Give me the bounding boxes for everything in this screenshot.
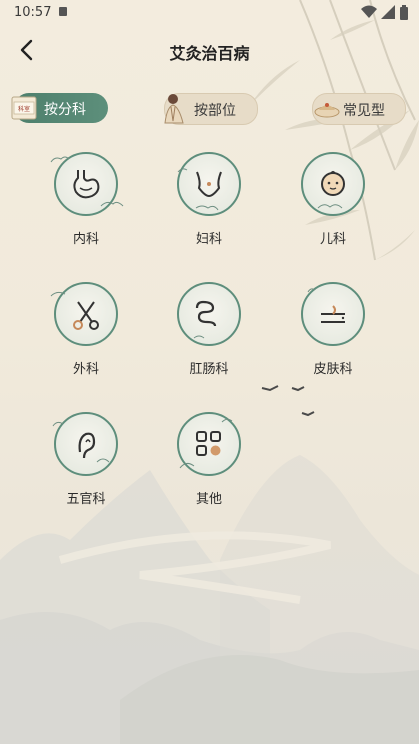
tab-by-body-part[interactable]: 按部位: [164, 93, 258, 125]
category-pediatrics[interactable]: 儿科: [288, 152, 378, 252]
moxa-tray-icon: [314, 103, 340, 118]
category-circle: [301, 282, 365, 346]
status-icons: [361, 4, 409, 20]
category-label: 外科: [72, 362, 99, 377]
category-circle: [301, 152, 365, 216]
department-badge-icon: 科室: [11, 96, 37, 120]
tab-common-types[interactable]: 常见型: [312, 93, 406, 125]
category-internal-medicine[interactable]: 内科: [41, 152, 131, 252]
tab-label: 按部位: [194, 103, 236, 119]
tab-by-department[interactable]: 科室 按分科: [11, 93, 108, 123]
status-bar: 10:57: [0, 0, 419, 24]
wifi-icon: [361, 5, 377, 18]
tab-label: 按分科: [44, 102, 86, 118]
category-label: 妇科: [195, 232, 222, 247]
category-circle: [177, 282, 241, 346]
category-circle: [54, 282, 118, 346]
category-label: 肛肠科: [189, 362, 229, 377]
category-proctology[interactable]: 肛肠科: [164, 282, 254, 382]
category-label: 内科: [72, 232, 99, 247]
svg-text:科室: 科室: [18, 105, 30, 113]
skin-icon: [321, 305, 345, 323]
sim-card-icon: [59, 7, 67, 16]
female-torso-icon: [196, 171, 222, 198]
category-ent[interactable]: 五官科: [41, 412, 131, 512]
category-label: 其他: [195, 492, 222, 507]
category-circle: [54, 412, 118, 476]
intestine-icon: [195, 300, 217, 327]
category-circle: [177, 152, 241, 216]
category-circle: [177, 412, 241, 476]
category-other[interactable]: 其他: [164, 412, 254, 512]
category-label: 儿科: [319, 232, 346, 247]
category-label: 皮肤科: [313, 362, 353, 377]
category-surgery[interactable]: 外科: [41, 282, 131, 382]
category-circle: [54, 152, 118, 216]
signal-icon: [381, 5, 395, 19]
tab-label: 常见型: [343, 103, 385, 119]
person-figure-icon: [164, 94, 184, 124]
baby-face-icon: [321, 170, 345, 196]
status-time: 10:57: [14, 5, 52, 20]
battery-icon: [400, 4, 408, 20]
category-label: 五官科: [66, 492, 106, 507]
stomach-icon: [73, 170, 100, 199]
scissors-icon: [73, 301, 99, 330]
page-title: 艾灸治百病: [169, 44, 250, 63]
ear-icon: [78, 432, 96, 459]
category-gynecology[interactable]: 妇科: [164, 152, 254, 252]
category-dermatology[interactable]: 皮肤科: [288, 282, 378, 382]
grid-icon: [196, 431, 221, 456]
